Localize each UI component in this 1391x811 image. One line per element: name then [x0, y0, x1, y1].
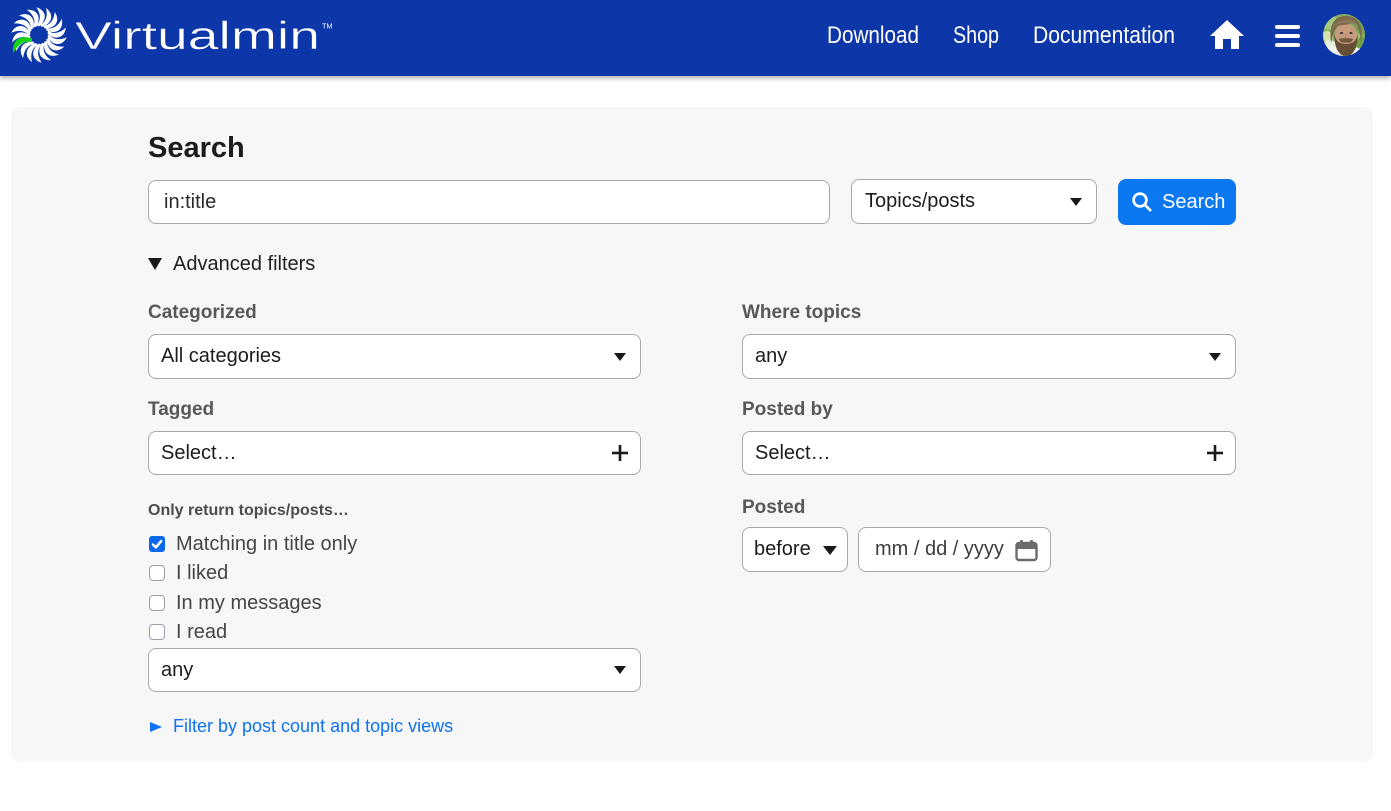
svg-text:Shop: Shop: [953, 22, 999, 49]
svg-text:TM: TM: [322, 22, 332, 31]
svg-text:Virtualmin: Virtualmin: [75, 15, 320, 58]
svg-text:Download: Download: [827, 22, 919, 49]
svg-text:Documentation: Documentation: [1033, 22, 1175, 49]
